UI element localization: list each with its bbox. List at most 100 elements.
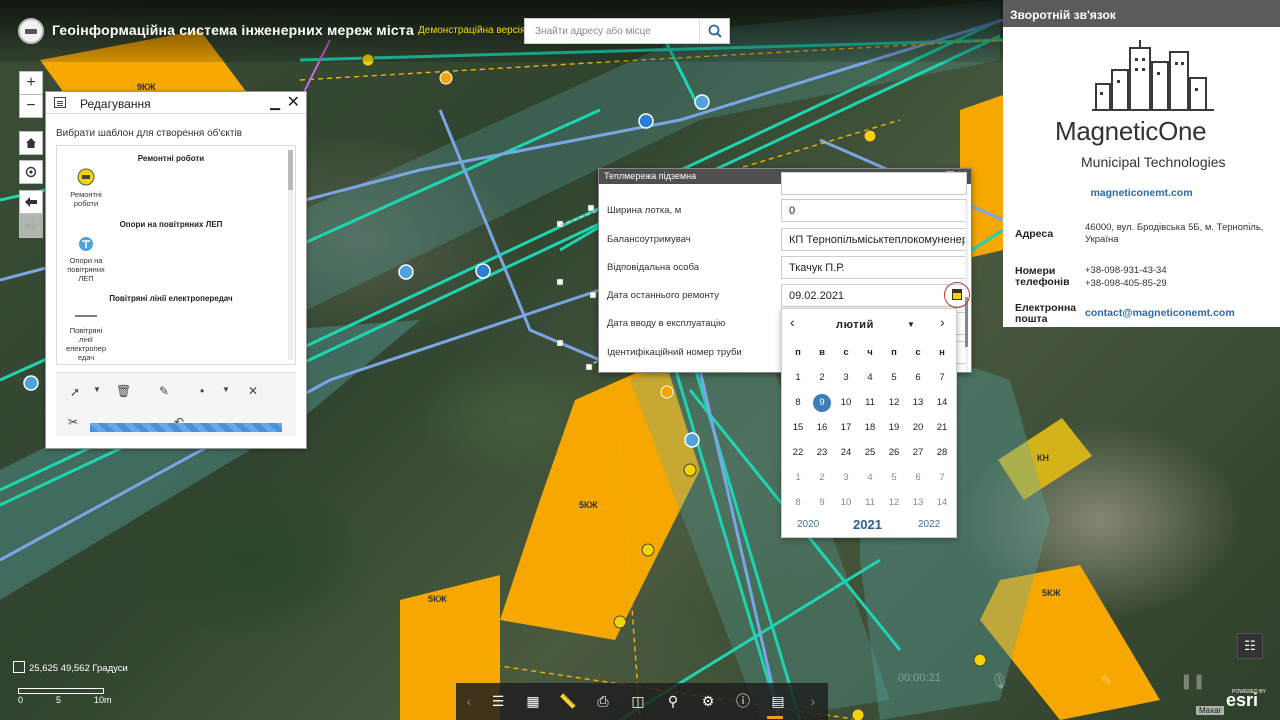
close-button[interactable]: ✕	[287, 92, 300, 112]
day-cell[interactable]: 16	[810, 416, 834, 440]
phone-1[interactable]: +38-098-931-43-34	[1085, 265, 1167, 277]
analysis-icon[interactable]: ⚙	[697, 690, 719, 712]
toolbar-prev-icon[interactable]: ‹	[458, 690, 480, 712]
search-input[interactable]	[525, 19, 699, 43]
day-cell[interactable]: 13	[906, 491, 930, 515]
edit-panel-header[interactable]: Редагування ▁ ✕	[46, 92, 306, 114]
day-cell[interactable]: 14	[930, 491, 954, 515]
day-cell[interactable]: 21	[930, 416, 954, 440]
day-cell[interactable]: 9	[810, 491, 834, 515]
attr-input[interactable]: КП Тернопільміськтеплокомуненергія	[781, 228, 967, 251]
date-input[interactable]: 09.02.2021	[781, 284, 967, 307]
day-cell[interactable]: 3	[834, 466, 858, 490]
chevron-down-icon[interactable]: ▼	[907, 320, 915, 329]
day-cell[interactable]: 4	[858, 366, 882, 390]
delete-icon[interactable]: 🗑	[116, 384, 131, 398]
attr-input[interactable]: Ткачук П.Р.	[781, 256, 967, 279]
edit-panel-title: Редагування	[80, 97, 151, 111]
locate-button[interactable]	[19, 160, 43, 184]
day-cell[interactable]: 1	[786, 366, 810, 390]
attr-input[interactable]: 0	[781, 199, 967, 222]
day-cell[interactable]: 19	[882, 416, 906, 440]
template-item-tower[interactable]: Опори на повітряних ЛЕП	[63, 236, 109, 283]
attr-row: Відповідальна особа Ткачук П.Р.	[607, 254, 967, 282]
minimize-button[interactable]: ▁	[270, 95, 280, 111]
day-cell[interactable]: 24	[834, 441, 858, 465]
day-cell[interactable]: 15	[786, 416, 810, 440]
attribute-table-button[interactable]: ☷	[1237, 633, 1263, 659]
about-icon[interactable]: ⓘ	[732, 690, 754, 712]
next-extent-button[interactable]	[19, 214, 43, 238]
template-scrollbar[interactable]	[288, 150, 293, 360]
day-cell[interactable]: 1	[786, 466, 810, 490]
day-cell[interactable]: 28	[930, 441, 954, 465]
print-icon[interactable]: ⎙	[592, 690, 614, 712]
contact-header: Зворотній зв'язок	[1003, 0, 1280, 27]
chevron-down-icon[interactable]: ▼	[93, 385, 101, 394]
month-label[interactable]: лютий	[836, 319, 874, 331]
basemap-gallery-icon[interactable]: ▦	[522, 690, 544, 712]
day-cell[interactable]: 23	[810, 441, 834, 465]
template-item-powerline[interactable]: Повітряні лінії електропер едач	[63, 310, 109, 362]
directions-icon[interactable]: ⚲	[662, 690, 684, 712]
toolbar-next-icon[interactable]: ›	[802, 690, 824, 712]
previous-extent-button[interactable]	[19, 190, 43, 214]
search-button[interactable]	[699, 19, 729, 43]
day-cell[interactable]: 10	[834, 391, 858, 415]
zoom-in-button[interactable]: +	[19, 71, 43, 95]
day-cell[interactable]: 20	[906, 416, 930, 440]
home-button[interactable]	[19, 131, 43, 155]
email-link[interactable]: contact@magneticonemt.com	[1085, 307, 1235, 319]
day-cell[interactable]: 8	[786, 391, 810, 415]
day-cell[interactable]: 22	[786, 441, 810, 465]
point-tool-icon[interactable]: •	[200, 384, 204, 398]
day-cell[interactable]: 10	[834, 491, 858, 515]
crosshair-icon[interactable]	[13, 661, 25, 673]
day-cell[interactable]: 7	[930, 466, 954, 490]
year-next[interactable]: 2022	[918, 519, 940, 530]
day-cell[interactable]: 5	[882, 466, 906, 490]
template-item-repair[interactable]: Ремонтні роботи	[63, 168, 109, 208]
attr-input[interactable]	[781, 172, 967, 195]
day-cell[interactable]: 6	[906, 366, 930, 390]
prev-month-button[interactable]: ‹	[790, 314, 795, 330]
day-cell[interactable]: 7	[930, 366, 954, 390]
phone-2[interactable]: +38-098-405-85-29	[1085, 278, 1167, 290]
clear-icon[interactable]: ✕	[248, 384, 258, 398]
calendar-icon	[952, 289, 962, 300]
search-box	[524, 18, 730, 44]
year-current[interactable]: 2021	[853, 517, 882, 532]
day-cell[interactable]: 11	[858, 391, 882, 415]
day-cell[interactable]: 18	[858, 416, 882, 440]
day-cell[interactable]: 6	[906, 466, 930, 490]
day-cell[interactable]: 26	[882, 441, 906, 465]
website-link[interactable]: magneticonemt.com	[1003, 187, 1280, 199]
day-cell[interactable]: 3	[834, 366, 858, 390]
day-cell[interactable]: 5	[882, 366, 906, 390]
day-cell[interactable]: 12	[882, 391, 906, 415]
cut-icon[interactable]: ✂	[68, 415, 78, 429]
edit-widget-icon[interactable]: ▤	[767, 690, 789, 712]
pencil-icon[interactable]: ✎	[159, 384, 169, 398]
day-cell-selected[interactable]: 9	[810, 391, 834, 415]
day-cell[interactable]: 17	[834, 416, 858, 440]
day-cell[interactable]: 4	[858, 466, 882, 490]
day-cell[interactable]: 27	[906, 441, 930, 465]
calendar-button[interactable]	[944, 282, 970, 308]
zoom-out-button[interactable]: −	[19, 94, 43, 118]
day-cell[interactable]: 2	[810, 366, 834, 390]
layer-list-icon[interactable]: ☰	[487, 690, 509, 712]
swipe-icon[interactable]: ◫	[627, 690, 649, 712]
day-cell[interactable]: 8	[786, 491, 810, 515]
day-cell[interactable]: 13	[906, 391, 930, 415]
measure-icon[interactable]: 📏	[557, 690, 579, 712]
day-cell[interactable]: 11	[858, 491, 882, 515]
day-cell[interactable]: 14	[930, 391, 954, 415]
select-tool-icon[interactable]: ➚	[70, 385, 80, 399]
day-cell[interactable]: 2	[810, 466, 834, 490]
year-prev[interactable]: 2020	[797, 519, 819, 530]
day-cell[interactable]: 12	[882, 491, 906, 515]
next-month-button[interactable]: ›	[940, 314, 945, 330]
day-cell[interactable]: 25	[858, 441, 882, 465]
chevron-down-icon[interactable]: ▼	[222, 385, 230, 394]
